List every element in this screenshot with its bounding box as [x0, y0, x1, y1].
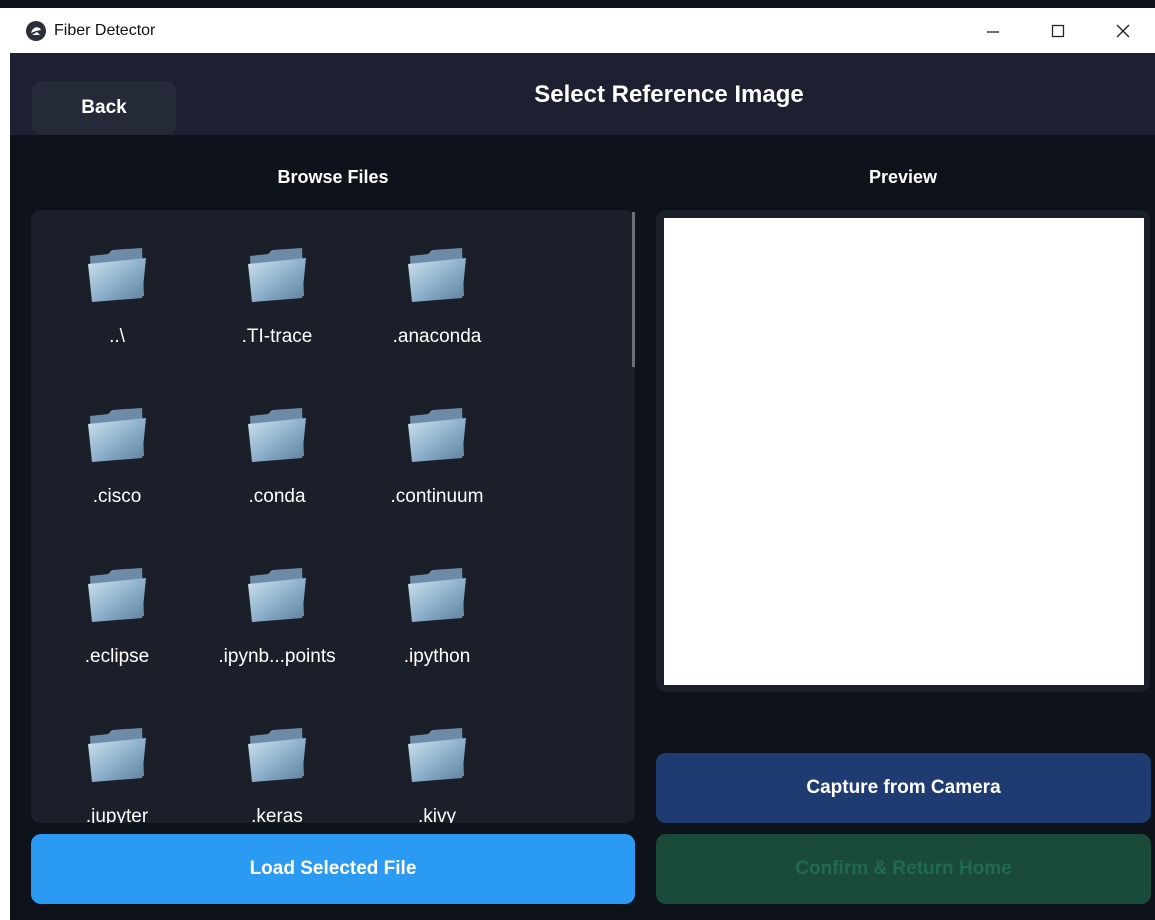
folder-icon: [88, 728, 146, 782]
folder-icon: [408, 568, 466, 622]
folder-icon: [408, 408, 466, 462]
minimize-button[interactable]: [960, 8, 1025, 53]
close-button[interactable]: [1090, 8, 1155, 53]
file-name: .continuum: [390, 486, 484, 507]
window-title: Fiber Detector: [54, 21, 156, 39]
minimize-icon: [986, 30, 999, 33]
maximize-icon: [1051, 24, 1064, 37]
file-name: .conda: [248, 486, 306, 507]
file-item[interactable]: .keras: [207, 726, 347, 823]
window-titlebar: Fiber Detector: [0, 8, 1155, 53]
folder-icon: [88, 408, 146, 462]
folder-icon: [248, 248, 306, 302]
folder-icon: [248, 408, 306, 462]
file-item[interactable]: .jupyter: [47, 726, 187, 823]
folder-icon: [248, 568, 306, 622]
file-name: .ipynb...points: [218, 646, 336, 667]
folder-icon: [88, 248, 146, 302]
file-item[interactable]: ..\: [47, 246, 187, 386]
file-name: .ipython: [403, 646, 471, 667]
file-browser[interactable]: ..\ .TI-trace .anaconda .cisco .conda .c…: [31, 210, 635, 823]
maximize-button[interactable]: [1025, 8, 1090, 53]
folder-icon: [408, 248, 466, 302]
file-item[interactable]: .eclipse: [47, 566, 187, 706]
load-selected-file-button[interactable]: Load Selected File: [31, 834, 635, 904]
folder-icon: [88, 568, 146, 622]
confirm-return-home-button[interactable]: Confirm & Return Home: [656, 834, 1151, 904]
preview-label: Preview: [868, 167, 938, 187]
preview-image: [664, 218, 1144, 685]
file-browser-scrollbar[interactable]: [632, 212, 635, 367]
file-name: .anaconda: [392, 326, 482, 347]
close-icon: [1116, 24, 1129, 37]
file-item[interactable]: .anaconda: [367, 246, 507, 386]
file-item[interactable]: .ipynb...points: [207, 566, 347, 706]
file-name: .kivy: [418, 806, 456, 823]
file-name: .TI-trace: [241, 326, 313, 347]
file-name: .jupyter: [85, 806, 149, 823]
folder-icon: [408, 728, 466, 782]
file-item[interactable]: .kivy: [367, 726, 507, 823]
window-border: [0, 53, 10, 920]
capture-from-camera-button[interactable]: Capture from Camera: [656, 753, 1151, 823]
file-name: .cisco: [92, 486, 142, 507]
page-title: Select Reference Image: [534, 81, 804, 108]
file-name: .eclipse: [84, 646, 150, 667]
file-item[interactable]: .TI-trace: [207, 246, 347, 386]
app-logo-icon: [26, 20, 46, 41]
file-name: ..\: [109, 326, 125, 347]
file-item[interactable]: .cisco: [47, 406, 187, 546]
file-item[interactable]: .conda: [207, 406, 347, 546]
file-item[interactable]: .continuum: [367, 406, 507, 546]
browse-files-label: Browse Files: [277, 167, 389, 187]
folder-icon: [248, 728, 306, 782]
file-name: .keras: [251, 806, 303, 823]
file-item[interactable]: .ipython: [367, 566, 507, 706]
